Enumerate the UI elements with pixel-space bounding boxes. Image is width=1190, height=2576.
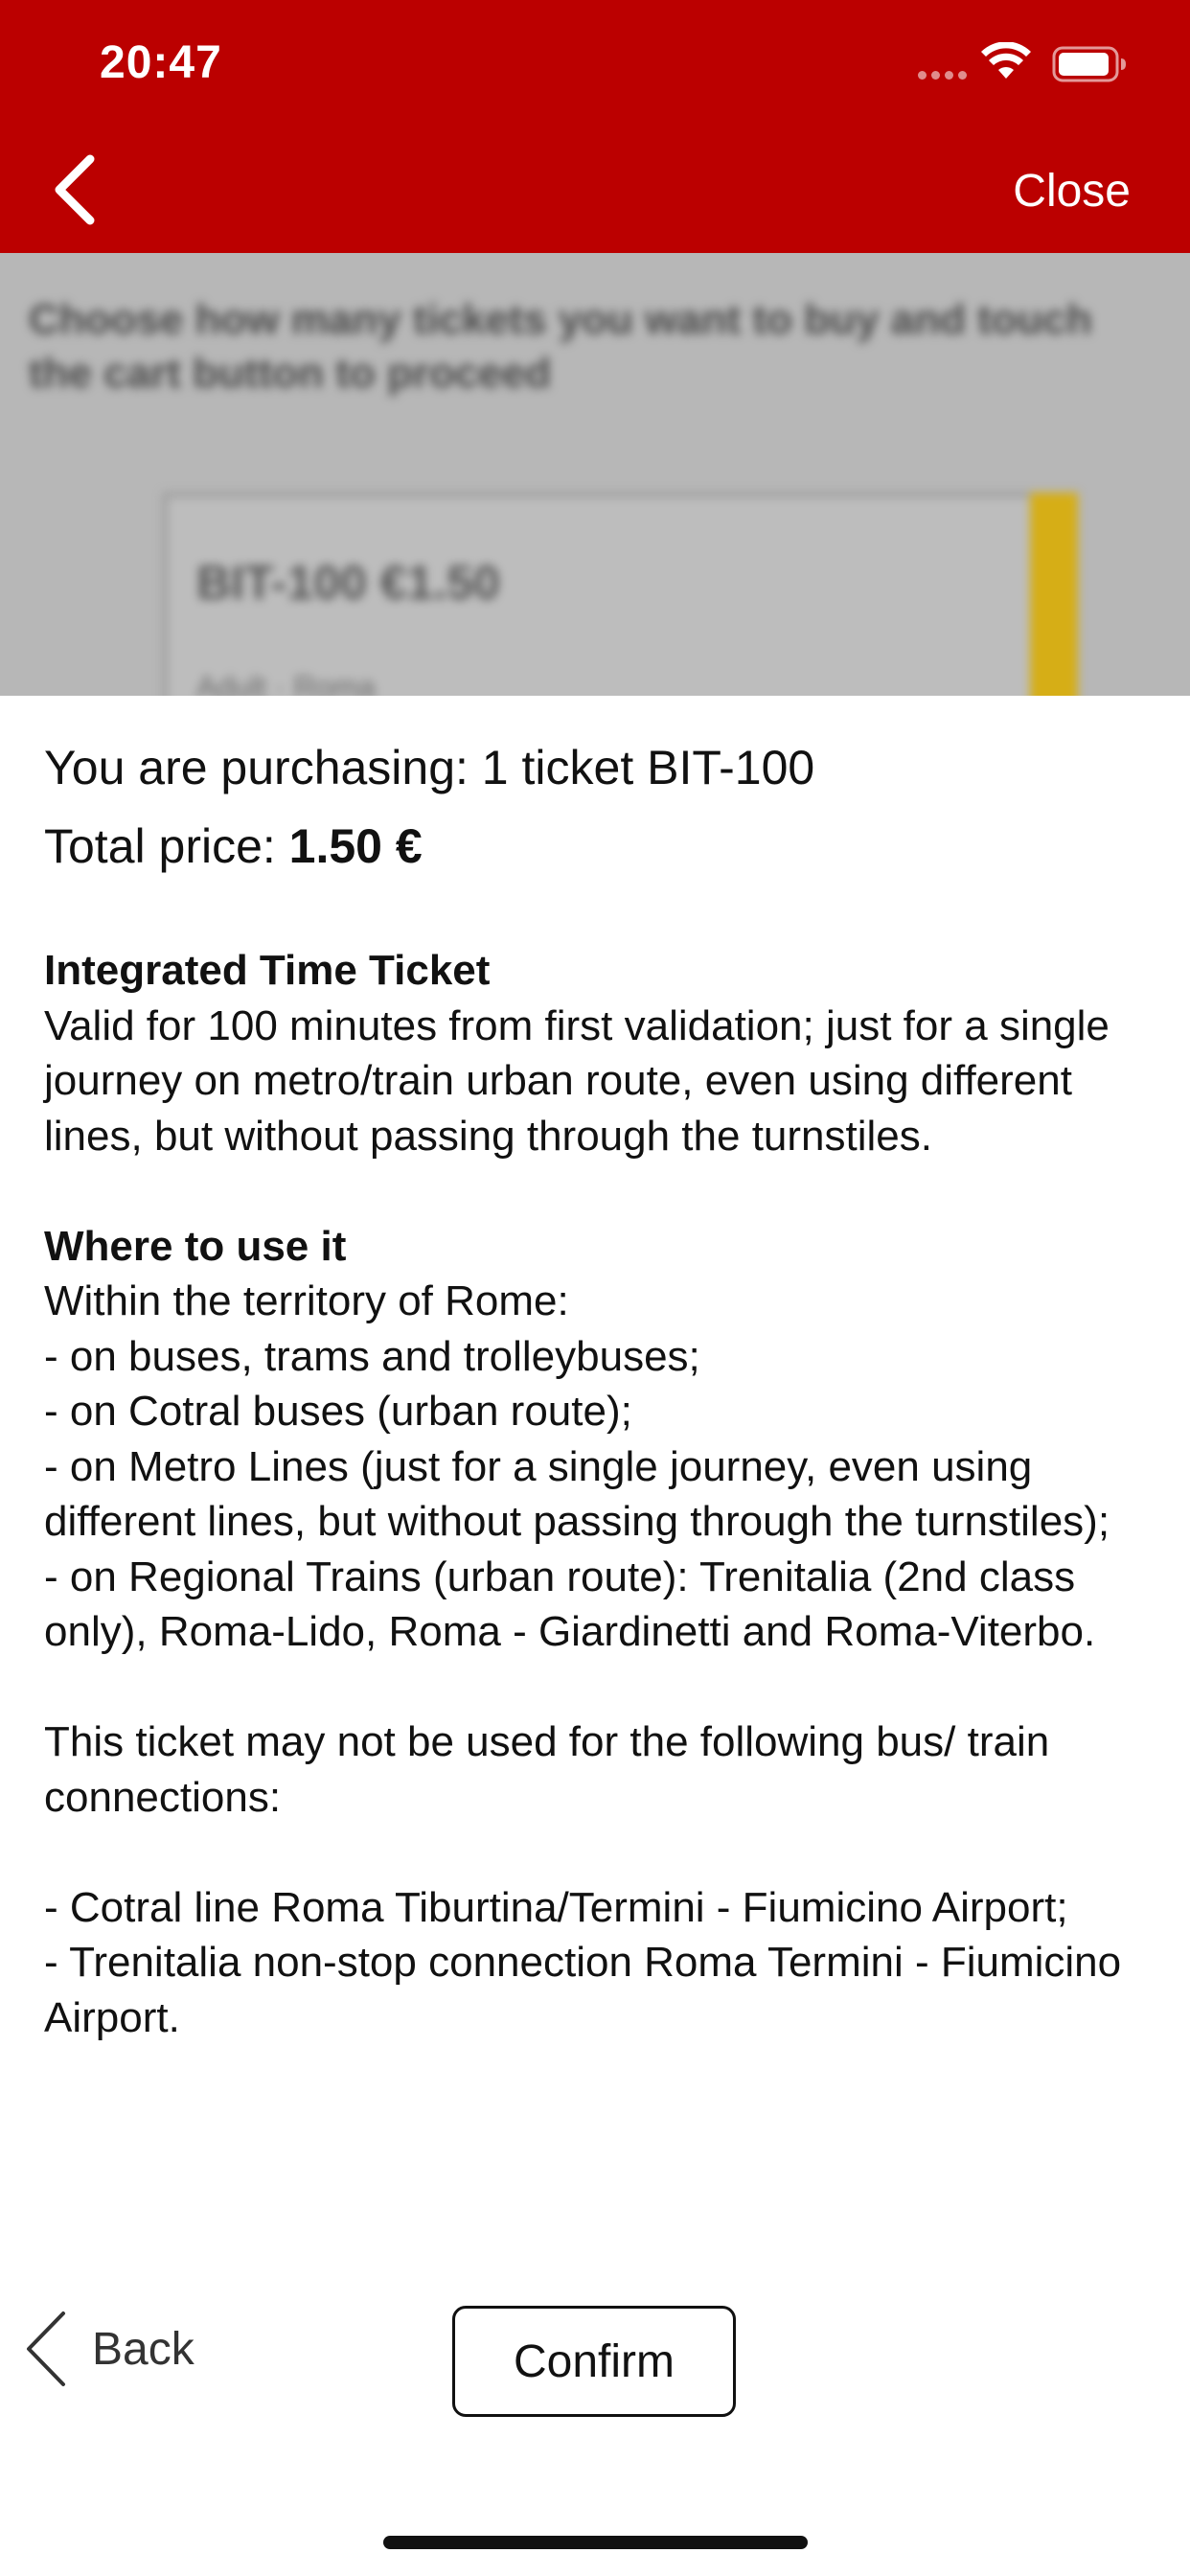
ticket-card-subtitle: Adult · Roma: [196, 670, 376, 696]
where-heading: Where to use it: [44, 1222, 347, 1270]
exclusion-intro: This ticket may not be used for the foll…: [44, 1718, 1050, 1821]
back-button[interactable]: Back: [25, 2310, 195, 2388]
list-item: - on buses, trams and trolleybuses;: [44, 1332, 700, 1380]
ticket-type-heading: Integrated Time Ticket: [44, 947, 491, 994]
back-button-label: Back: [92, 2323, 195, 2375]
battery-icon: [1052, 46, 1126, 82]
blurred-background: Choose how many tickets you want to buy …: [0, 253, 1190, 696]
home-indicator[interactable]: [383, 2536, 808, 2549]
chevron-left-icon: [27, 2312, 65, 2386]
list-item: - on Metro Lines (just for a single jour…: [44, 1442, 1110, 1546]
list-item: - on Cotral buses (urban route);: [44, 1388, 632, 1435]
ticket-card-title: BIT-100 €1.50: [196, 556, 500, 610]
list-item: - on Regional Trains (urban route): Tren…: [44, 1552, 1096, 1656]
confirm-button[interactable]: Confirm: [452, 2306, 736, 2417]
back-chevron-icon[interactable]: [50, 153, 98, 226]
total-price: Total price: 1.50 €: [44, 818, 423, 874]
list-item: - Cotral line Roma Tiburtina/Termini - F…: [44, 1883, 1068, 1931]
header-bar: 20:47 Close: [0, 0, 1190, 253]
ticket-card-accent: [1030, 493, 1078, 696]
total-price-label: Total price:: [44, 819, 289, 873]
close-button[interactable]: Close: [1013, 165, 1131, 218]
ticket-details: Integrated Time Ticket Valid for 100 min…: [44, 943, 1156, 2045]
purchase-sheet: You are purchasing: 1 ticket BIT-100 Tot…: [0, 696, 1190, 2576]
wifi-icon: [981, 42, 1031, 79]
background-instruction: Choose how many tickets you want to buy …: [29, 296, 1092, 397]
status-time: 20:47: [100, 37, 222, 88]
purchase-summary: You are purchasing: 1 ticket BIT-100: [44, 741, 815, 794]
total-price-value: 1.50 €: [288, 819, 423, 873]
background-ticket-card: BIT-100 €1.50 Adult · Roma: [163, 493, 1078, 696]
ticket-description: Valid for 100 minutes from first validat…: [44, 1001, 1110, 1160]
cellular-signal-icon: [918, 71, 967, 80]
where-intro: Within the territory of Rome:: [44, 1277, 569, 1324]
list-item: - Trenitalia non-stop connection Roma Te…: [44, 1939, 1122, 2041]
